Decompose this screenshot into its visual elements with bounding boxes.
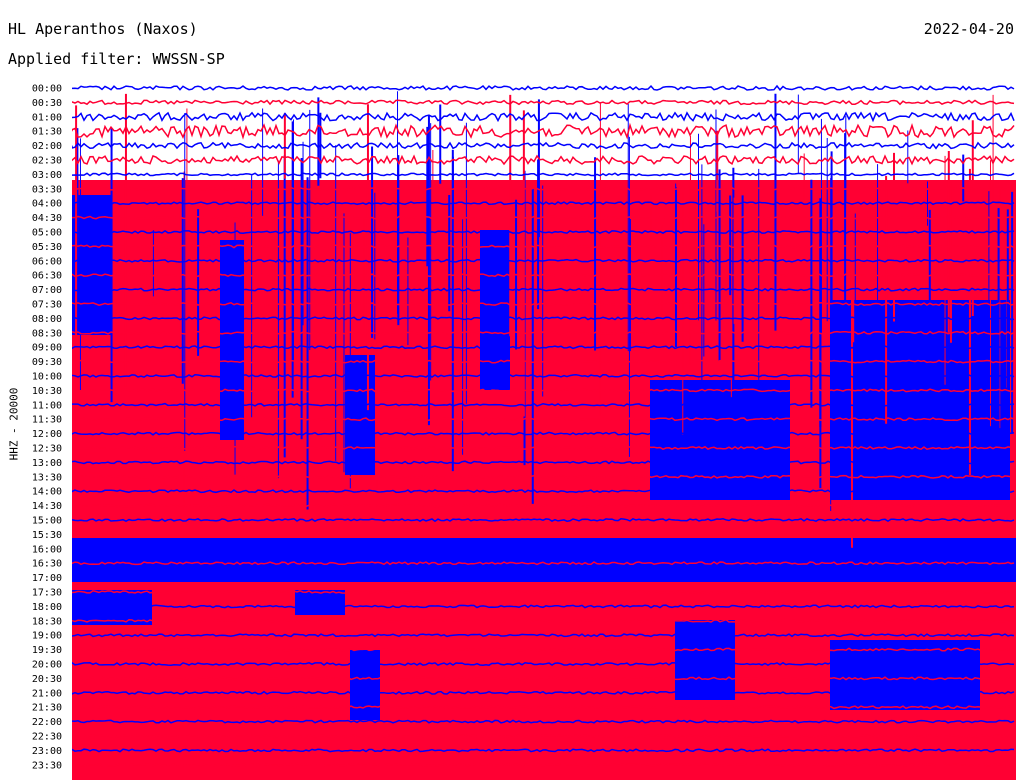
tick-label-1330: 13:30	[32, 472, 62, 483]
tick-label-1130: 11:30	[32, 415, 62, 426]
tick-label-0900: 09:00	[32, 343, 62, 354]
trace-row-0300	[72, 172, 1015, 177]
tick-label-1400: 14:00	[32, 487, 62, 498]
blue-burst-4	[650, 380, 790, 500]
blue-burst-8	[675, 620, 735, 700]
tick-label-1430: 14:30	[32, 501, 62, 512]
trace-row-0130	[72, 122, 1015, 140]
tick-label-1930: 19:30	[32, 645, 62, 656]
trace-row-0200	[72, 141, 1015, 150]
blue-burst-5	[830, 300, 1010, 500]
tick-label-0830: 08:30	[32, 328, 62, 339]
blue-band-fill	[72, 538, 1016, 582]
seismogram-plot: 00:00 00:30 01:00 01:30 02:00 02:30 03:00 03:30…	[32, 84, 1016, 780]
tick-label-1700: 17:00	[32, 573, 62, 584]
tick-label-1800: 18:00	[32, 602, 62, 613]
tick-label-2200: 22:00	[32, 717, 62, 728]
tick-label-1530: 15:30	[32, 530, 62, 541]
tick-label-1200: 12:00	[32, 429, 62, 440]
tick-label-2130: 21:30	[32, 703, 62, 714]
tick-label-0200: 02:00	[32, 141, 62, 152]
trace-row-0030	[72, 99, 1015, 106]
tick-label-1300: 13:00	[32, 458, 62, 469]
tick-label-0400: 04:00	[32, 199, 62, 210]
tick-label-2300: 23:00	[32, 746, 62, 757]
blue-burst-3	[480, 230, 510, 390]
tick-label-1100: 11:00	[32, 400, 62, 411]
tick-label-1000: 10:00	[32, 372, 62, 383]
tick-label-0730: 07:30	[32, 300, 62, 311]
tick-label-1230: 12:30	[32, 444, 62, 455]
tick-label-1730: 17:30	[32, 588, 62, 599]
tick-label-2000: 20:00	[32, 660, 62, 671]
time-tick-labels: 00:00 00:30 01:00 01:30 02:00 02:30 03:00 03:30…	[32, 84, 62, 772]
tick-label-0100: 01:00	[32, 112, 62, 123]
tick-label-0700: 07:00	[32, 285, 62, 296]
tick-label-0930: 09:30	[32, 357, 62, 368]
blue-burst-1	[220, 240, 244, 440]
tick-label-0300: 03:00	[32, 170, 62, 181]
tick-label-0330: 03:30	[32, 184, 62, 195]
tick-label-1900: 19:00	[32, 631, 62, 642]
blue-burst-7	[295, 590, 345, 615]
tick-label-1500: 15:00	[32, 516, 62, 527]
tick-label-0030: 00:30	[32, 98, 62, 109]
tick-label-2330: 23:30	[32, 760, 62, 771]
tick-label-0600: 06:00	[32, 256, 62, 267]
tick-label-0630: 06:30	[32, 271, 62, 282]
trace-row-0230	[72, 154, 1015, 166]
tick-label-0130: 01:30	[32, 127, 62, 138]
trace-row-0100	[72, 111, 1015, 123]
tick-label-2030: 20:30	[32, 674, 62, 685]
tick-label-1830: 18:30	[32, 616, 62, 627]
tick-label-0500: 05:00	[32, 228, 62, 239]
tick-label-0800: 08:00	[32, 314, 62, 325]
tick-label-2230: 22:30	[32, 732, 62, 743]
tick-label-0430: 04:30	[32, 213, 62, 224]
tick-label-2100: 21:00	[32, 688, 62, 699]
blue-burst-10	[350, 650, 380, 720]
tick-label-0530: 05:30	[32, 242, 62, 253]
tick-label-0000: 00:00	[32, 84, 62, 95]
trace-row-0000	[72, 84, 1015, 91]
tick-label-1030: 10:30	[32, 386, 62, 397]
blue-burst-2	[345, 355, 375, 475]
tick-label-1600: 16:00	[32, 544, 62, 555]
tick-label-1630: 16:30	[32, 559, 62, 570]
tick-label-0230: 02:30	[32, 156, 62, 167]
